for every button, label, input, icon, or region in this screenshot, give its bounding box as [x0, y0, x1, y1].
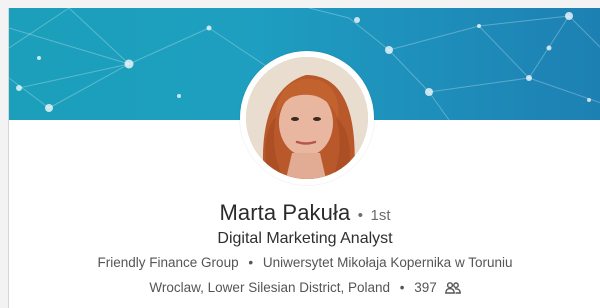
- connection-degree: 1st: [370, 207, 391, 224]
- profile-headline: Digital Marketing Analyst: [217, 230, 393, 247]
- profile-card: Marta Pakuła • 1st Digital Marketing Ana…: [8, 8, 600, 308]
- profile-name: Marta Pakuła: [219, 200, 351, 225]
- connections-count: 397: [414, 280, 437, 295]
- education-link[interactable]: Uniwersytet Mikołaja Kopernika w Toruniu: [263, 255, 513, 270]
- connection-degree-separator: •: [357, 207, 364, 224]
- bullet-separator: •: [399, 280, 405, 295]
- profile-photo: [246, 57, 368, 179]
- connections-link[interactable]: 397: [414, 280, 461, 297]
- company-link[interactable]: Friendly Finance Group: [98, 255, 239, 270]
- profile-avatar[interactable]: [240, 51, 374, 185]
- name-row: Marta Pakuła • 1st: [9, 200, 600, 226]
- profile-location-connections: Wroclaw, Lower Silesian District, Poland…: [9, 280, 600, 297]
- bullet-separator: •: [248, 255, 254, 270]
- people-icon: [444, 282, 461, 297]
- page-frame: Marta Pakuła • 1st Digital Marketing Ana…: [0, 0, 600, 308]
- profile-experience-education: Friendly Finance Group • Uniwersytet Mik…: [9, 255, 600, 270]
- profile-location: Wroclaw, Lower Silesian District, Poland: [149, 280, 391, 295]
